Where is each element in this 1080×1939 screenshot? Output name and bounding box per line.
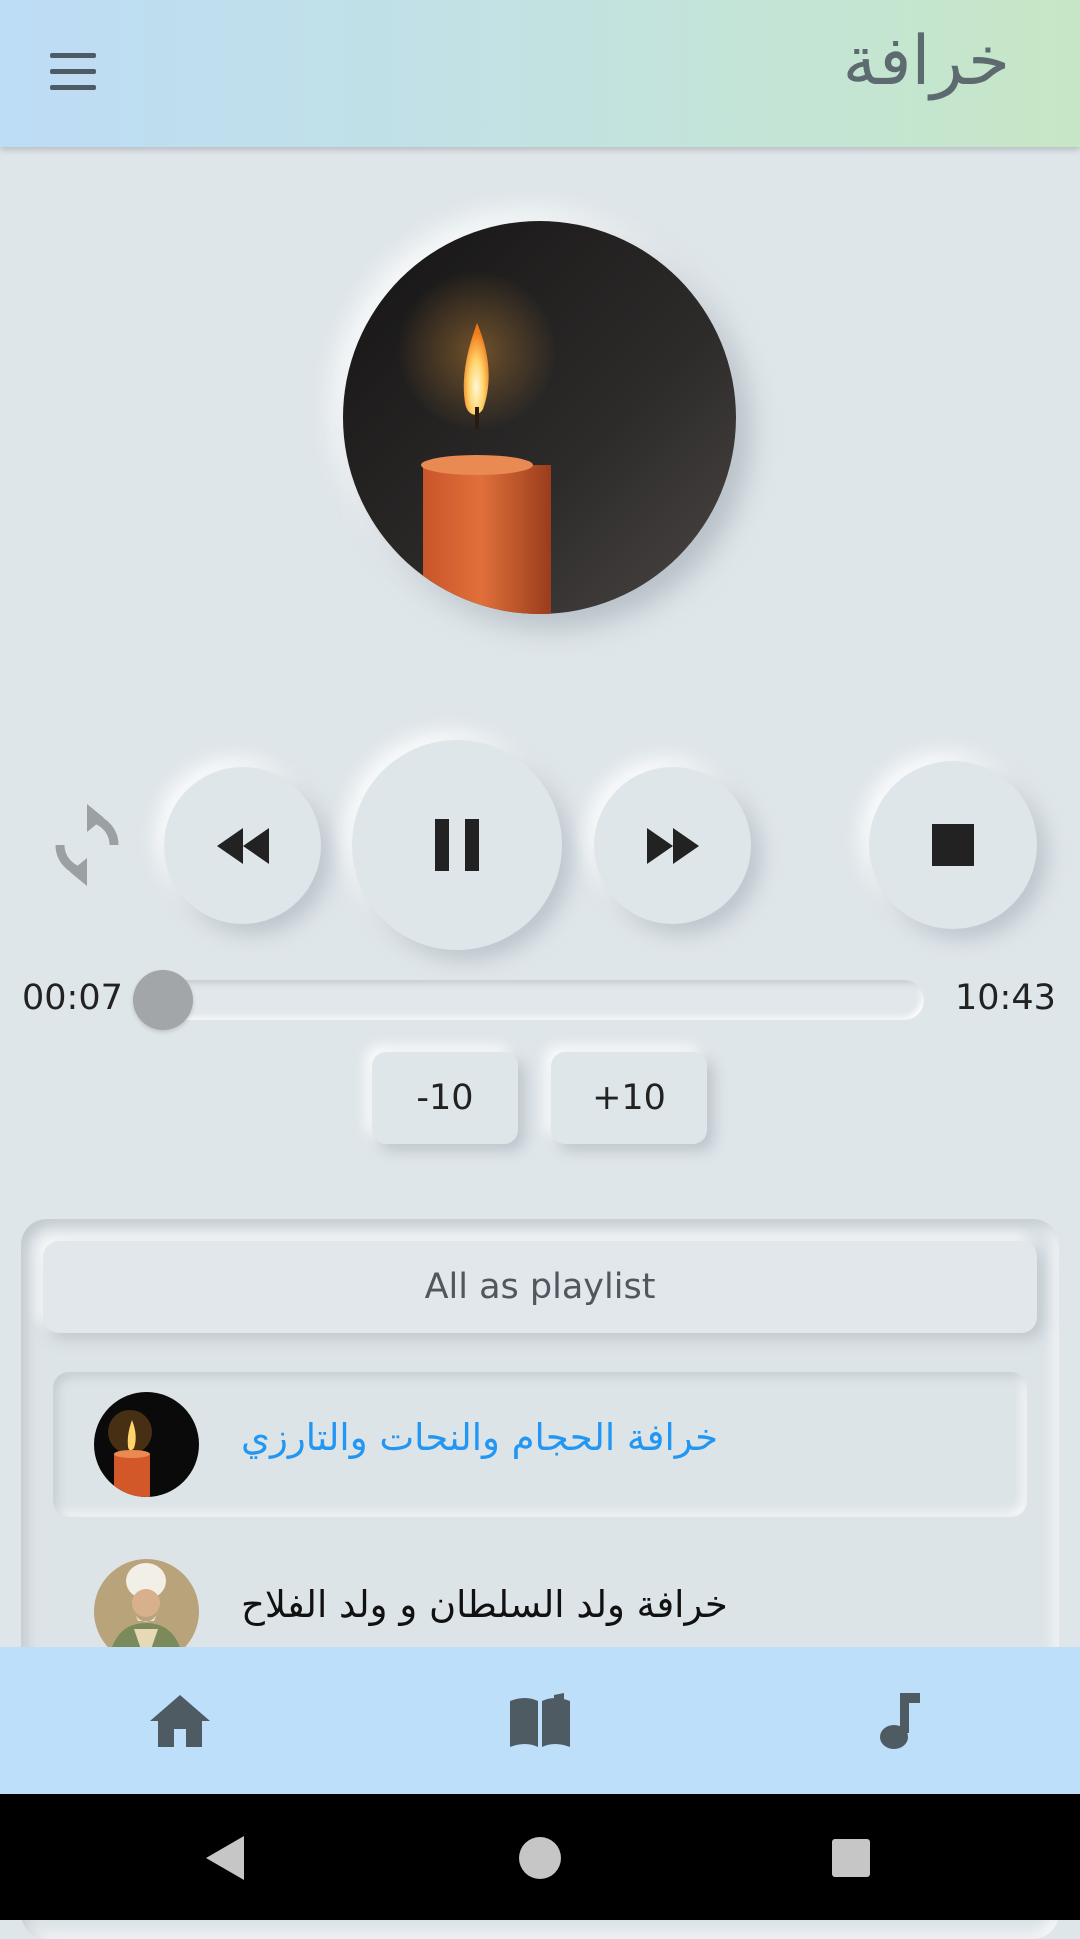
pause-icon — [435, 819, 479, 871]
music-note-icon[interactable] — [864, 1685, 936, 1757]
app-bar: خرافة — [0, 0, 1080, 147]
home-circle-icon[interactable] — [510, 1828, 570, 1888]
bottom-navigation — [0, 1647, 1080, 1794]
system-navigation-bar — [0, 1794, 1080, 1920]
progress-track[interactable] — [140, 980, 924, 1020]
seek-back-10-button[interactable]: -10 — [372, 1052, 518, 1144]
app-title: خرافة — [842, 22, 1010, 101]
back-icon[interactable] — [196, 1828, 256, 1888]
all-as-playlist-button[interactable]: All as playlist — [43, 1241, 1037, 1333]
progress-thumb[interactable] — [133, 970, 193, 1030]
home-icon[interactable] — [144, 1685, 216, 1757]
track-thumbnail — [94, 1392, 199, 1497]
total-time: 10:43 — [955, 978, 1056, 1018]
rewind-button[interactable] — [164, 767, 321, 924]
candle-image — [94, 1392, 199, 1497]
fast-forward-icon — [646, 827, 699, 864]
repeat-icon[interactable] — [52, 800, 122, 890]
seek-forward-10-button[interactable]: +10 — [551, 1052, 707, 1144]
track-title: خرافة الحجام والنحات والتارزي — [241, 1416, 719, 1459]
menu-icon[interactable] — [44, 48, 102, 98]
book-icon[interactable] — [504, 1685, 576, 1757]
playlist-item[interactable]: خرافة الحجام والنحات والتارزي — [53, 1372, 1027, 1517]
stop-button[interactable] — [869, 761, 1037, 929]
recents-icon[interactable] — [821, 1828, 881, 1888]
track-title: خرافة ولد السلطان و ولد الفلاح — [241, 1583, 728, 1626]
fast-forward-button[interactable] — [594, 767, 751, 924]
rewind-icon — [216, 827, 269, 864]
current-time: 00:07 — [22, 978, 123, 1018]
pause-button[interactable] — [352, 740, 562, 950]
stop-icon — [932, 824, 974, 866]
album-cover — [343, 221, 736, 614]
candle-image — [343, 221, 736, 614]
